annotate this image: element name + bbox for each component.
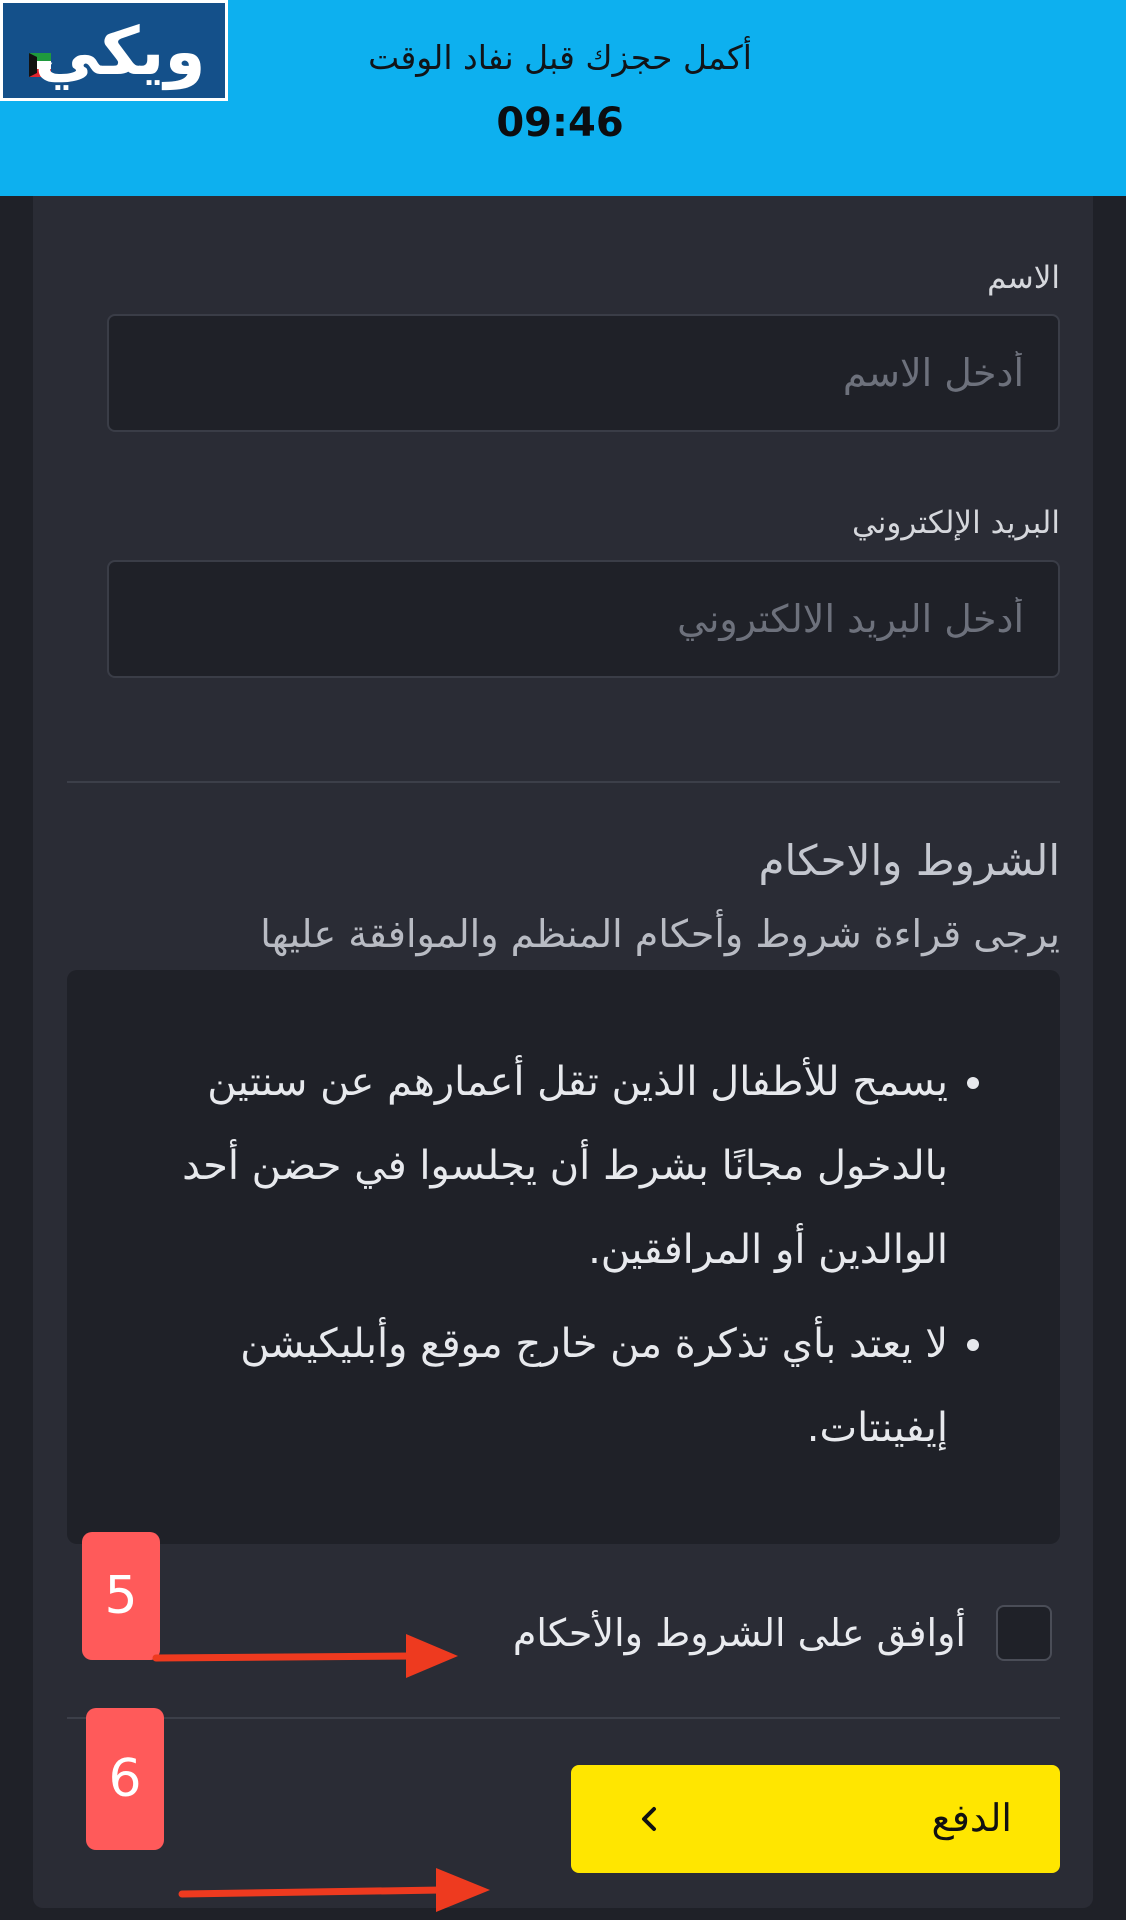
agree-checkbox[interactable] [996,1605,1052,1661]
agree-label[interactable]: أوافق على الشروط والأحكام [513,1611,966,1655]
site-logo[interactable]: ويكي [0,0,228,101]
step-6-badge: 6 [86,1708,164,1850]
terms-scroll-box[interactable]: يسمح للأطفال الذين تقل أعمارهم عن سنتين … [67,970,1060,1544]
chevron-left-icon [642,1807,656,1831]
step-5-badge: 5 [82,1532,160,1660]
pay-button[interactable]: الدفع [571,1765,1060,1873]
terms-item: يسمح للأطفال الذين تقل أعمارهم عن سنتين … [150,1040,948,1292]
section-divider [67,1717,1060,1719]
terms-title: الشروط والاحكام [758,836,1060,885]
countdown-banner: ويكي أكمل حجزك قبل نفاد الوقت 09:46 [0,0,1126,196]
name-input[interactable] [107,314,1060,432]
terms-item: لا يعتد بأي تذكرة من خارج موقع وأبليكيشن… [150,1302,948,1470]
email-input[interactable] [107,560,1060,678]
logo-text: ويكي [34,13,206,90]
banner-message: أكمل حجزك قبل نفاد الوقت [368,38,752,77]
arrow-right-icon [178,1868,490,1912]
arrow-right-icon [152,1634,458,1678]
page: ويكي أكمل حجزك قبل نفاد الوقت 09:46 الاس… [0,0,1126,1920]
terms-subtitle: يرجى قراءة شروط وأحكام المنظم والموافقة … [260,912,1060,956]
section-divider [67,781,1060,783]
countdown-timer: 09:46 [496,100,624,146]
name-label: الاسم [987,260,1060,296]
email-label: البريد الإلكتروني [851,505,1060,541]
pay-button-label: الدفع [931,1798,1012,1840]
agree-row[interactable]: أوافق على الشروط والأحكام [513,1604,1052,1662]
terms-list: يسمح للأطفال الذين تقل أعمارهم عن سنتين … [150,1040,990,1480]
